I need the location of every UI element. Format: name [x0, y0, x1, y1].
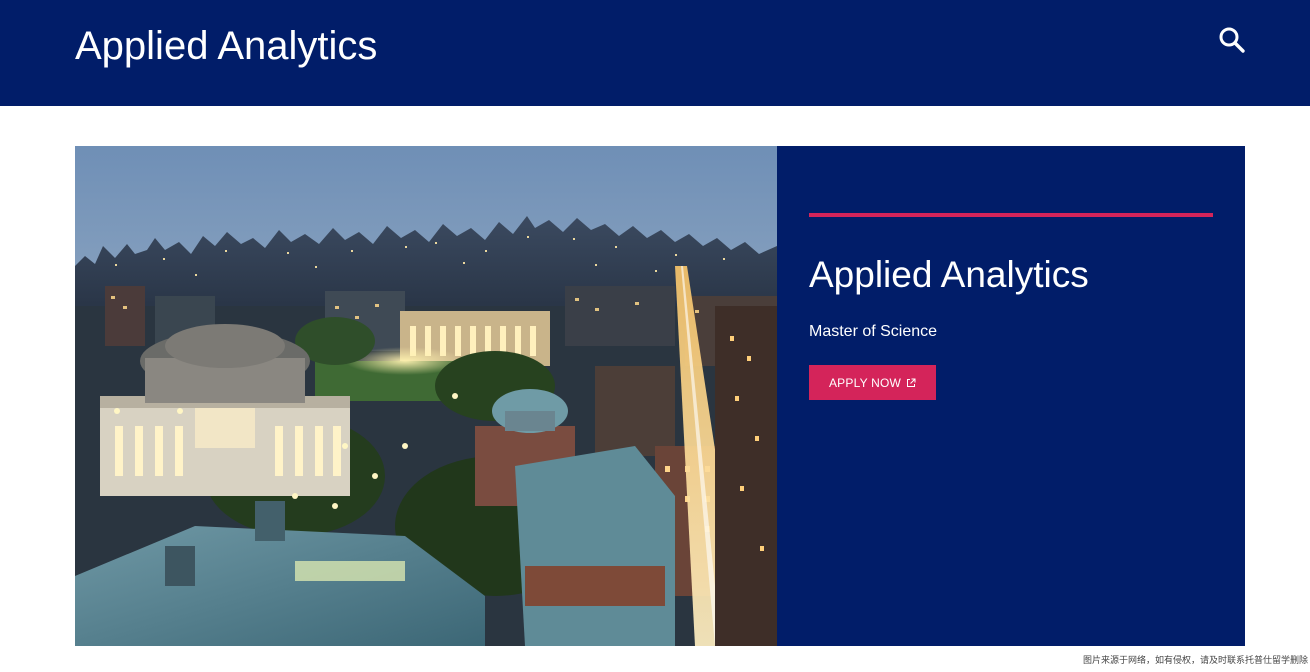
program-title: Applied Analytics [809, 254, 1089, 295]
campus-photo [75, 146, 777, 646]
campus-night-image [75, 146, 777, 646]
degree-label: Master of Science [809, 323, 938, 340]
search-button[interactable] [1214, 22, 1250, 58]
program-panel: Applied Analytics Master of Science APPL… [777, 146, 1245, 646]
accent-rule [809, 213, 1213, 217]
site-header: Applied Analytics [0, 0, 1310, 106]
image-credit-note: 图片来源于网络，如有侵权，请及时联系托普仕留学删除 [1082, 656, 1308, 666]
external-link-icon [907, 378, 916, 387]
search-icon [1219, 27, 1245, 53]
apply-now-button[interactable]: APPLY NOW [809, 365, 936, 400]
program-hero: Applied Analytics Master of Science APPL… [75, 146, 1245, 646]
apply-now-label: APPLY NOW [828, 375, 902, 390]
site-title[interactable]: Applied Analytics [75, 22, 377, 70]
